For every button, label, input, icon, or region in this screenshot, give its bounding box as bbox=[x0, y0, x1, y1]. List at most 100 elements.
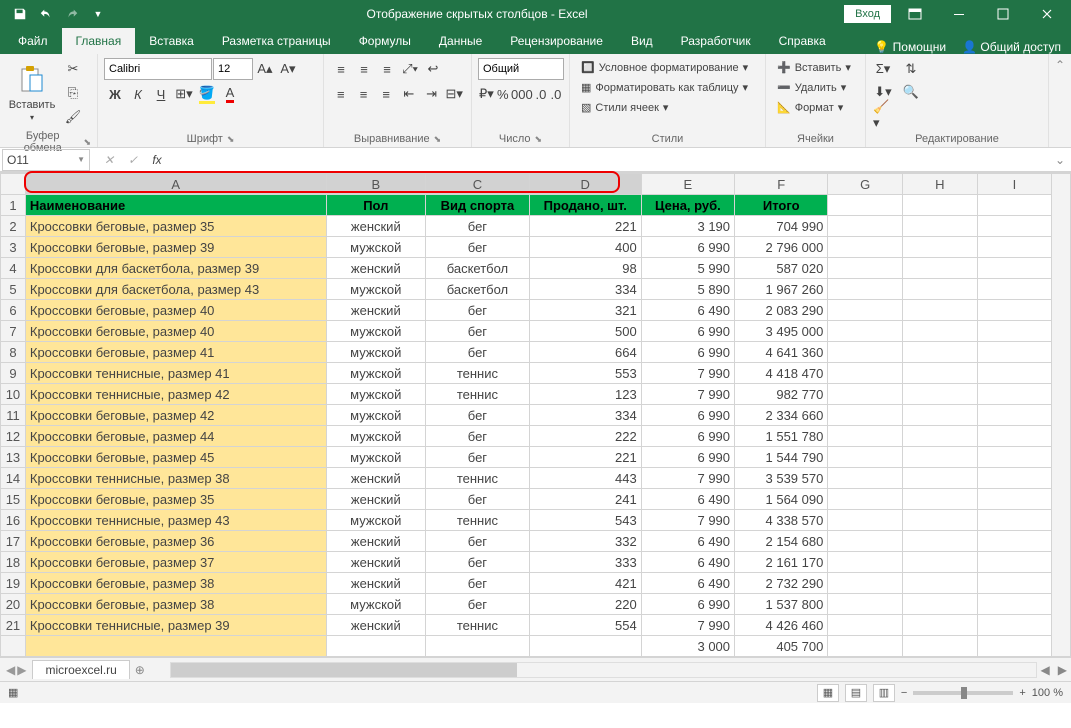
data-cell[interactable]: бег bbox=[426, 447, 530, 468]
fx-icon[interactable]: fx bbox=[146, 153, 168, 167]
data-cell[interactable]: бег bbox=[426, 216, 530, 237]
cell-styles-button[interactable]: ▧ Стили ячеек▾ bbox=[576, 98, 759, 117]
data-cell[interactable]: Кроссовки беговые, размер 38 bbox=[25, 594, 326, 615]
zoom-out-icon[interactable]: − bbox=[901, 687, 907, 699]
data-cell[interactable]: 553 bbox=[529, 363, 641, 384]
data-cell[interactable]: баскетбол bbox=[426, 279, 530, 300]
tell-me[interactable]: 💡 Помощни bbox=[874, 40, 946, 54]
row-header[interactable]: 6 bbox=[1, 300, 26, 321]
increase-decimal-icon[interactable]: .0 bbox=[534, 83, 548, 105]
data-cell[interactable]: 7 990 bbox=[641, 510, 734, 531]
data-cell[interactable]: 421 bbox=[529, 573, 641, 594]
qat-dropdown-icon[interactable]: ▼ bbox=[86, 2, 110, 26]
data-cell[interactable]: женский bbox=[326, 531, 426, 552]
data-cell[interactable]: 6 990 bbox=[641, 237, 734, 258]
row-header[interactable]: 15 bbox=[1, 489, 26, 510]
data-cell[interactable]: 1 537 800 bbox=[735, 594, 828, 615]
tab-layout[interactable]: Разметка страницы bbox=[208, 28, 345, 54]
percent-icon[interactable]: % bbox=[496, 83, 510, 105]
zoom-level[interactable]: 100 % bbox=[1032, 687, 1063, 699]
data-cell[interactable]: мужской bbox=[326, 447, 426, 468]
data-cell[interactable]: Кроссовки теннисные, размер 42 bbox=[25, 384, 326, 405]
data-cell[interactable]: 222 bbox=[529, 426, 641, 447]
data-cell[interactable]: 221 bbox=[529, 216, 641, 237]
font-size-select[interactable] bbox=[213, 58, 253, 80]
orientation-icon[interactable]: ⤢▾ bbox=[399, 58, 421, 80]
data-cell[interactable]: Кроссовки беговые, размер 36 bbox=[25, 531, 326, 552]
data-cell[interactable]: мужской bbox=[326, 237, 426, 258]
page-layout-view-icon[interactable]: ▤ bbox=[845, 684, 867, 702]
ribbon-options-icon[interactable] bbox=[895, 0, 935, 28]
data-cell[interactable]: баскетбол bbox=[426, 258, 530, 279]
number-format-select[interactable] bbox=[478, 58, 564, 80]
tab-file[interactable]: Файл bbox=[4, 28, 62, 54]
data-cell[interactable]: 6 990 bbox=[641, 321, 734, 342]
data-cell[interactable]: бег bbox=[426, 426, 530, 447]
minimize-icon[interactable] bbox=[939, 0, 979, 28]
data-cell[interactable]: 704 990 bbox=[735, 216, 828, 237]
find-icon[interactable]: 🔍 bbox=[897, 81, 925, 103]
data-cell[interactable]: 6 490 bbox=[641, 300, 734, 321]
table-header-cell[interactable]: Наименование bbox=[25, 195, 326, 216]
align-bottom-icon[interactable]: ≡ bbox=[376, 58, 398, 80]
decrease-font-icon[interactable]: A▾ bbox=[277, 58, 299, 80]
data-cell[interactable]: 5 890 bbox=[641, 279, 734, 300]
data-cell[interactable]: женский bbox=[326, 216, 426, 237]
data-cell[interactable]: бег bbox=[426, 552, 530, 573]
data-cell[interactable]: 6 990 bbox=[641, 426, 734, 447]
row-header[interactable]: 19 bbox=[1, 573, 26, 594]
redo-icon[interactable] bbox=[60, 2, 84, 26]
data-cell[interactable]: 400 bbox=[529, 237, 641, 258]
data-cell[interactable]: бег bbox=[426, 489, 530, 510]
data-cell[interactable]: теннис bbox=[426, 615, 530, 636]
data-cell[interactable]: Кроссовки беговые, размер 40 bbox=[25, 300, 326, 321]
wrap-text-icon[interactable]: ↩ bbox=[422, 58, 444, 80]
data-cell[interactable]: 221 bbox=[529, 447, 641, 468]
data-cell[interactable]: 6 490 bbox=[641, 531, 734, 552]
data-cell[interactable]: 500 bbox=[529, 321, 641, 342]
data-cell[interactable]: 543 bbox=[529, 510, 641, 531]
data-cell[interactable]: 241 bbox=[529, 489, 641, 510]
data-cell[interactable]: 6 990 bbox=[641, 405, 734, 426]
data-cell[interactable]: 6 990 bbox=[641, 594, 734, 615]
sheet-tab[interactable]: microexcel.ru bbox=[32, 660, 129, 679]
align-middle-icon[interactable]: ≡ bbox=[353, 58, 375, 80]
column-header[interactable]: C bbox=[426, 174, 530, 195]
data-cell[interactable]: 1 544 790 bbox=[735, 447, 828, 468]
data-cell[interactable]: женский bbox=[326, 552, 426, 573]
insert-cells-button[interactable]: ➕ Вставить▾ bbox=[772, 58, 859, 77]
data-cell[interactable]: женский bbox=[326, 300, 426, 321]
normal-view-icon[interactable]: ▦ bbox=[817, 684, 839, 702]
row-header[interactable]: 3 bbox=[1, 237, 26, 258]
sheet-nav-next-icon[interactable]: ▶ bbox=[17, 663, 26, 677]
data-cell[interactable]: 2 161 170 bbox=[735, 552, 828, 573]
maximize-icon[interactable] bbox=[983, 0, 1023, 28]
data-cell[interactable]: Кроссовки беговые, размер 35 bbox=[25, 216, 326, 237]
data-cell[interactable]: 587 020 bbox=[735, 258, 828, 279]
data-cell[interactable]: теннис bbox=[426, 468, 530, 489]
align-left-icon[interactable]: ≡ bbox=[330, 83, 352, 105]
tab-home[interactable]: Главная bbox=[62, 28, 136, 54]
clear-icon[interactable]: 🧹▾ bbox=[872, 104, 894, 126]
table-header-cell[interactable]: Цена, руб. bbox=[641, 195, 734, 216]
tab-help[interactable]: Справка bbox=[765, 28, 840, 54]
table-header-cell[interactable]: Вид спорта bbox=[426, 195, 530, 216]
tab-formulas[interactable]: Формулы bbox=[345, 28, 425, 54]
data-cell[interactable]: 334 bbox=[529, 279, 641, 300]
increase-font-icon[interactable]: A▴ bbox=[254, 58, 276, 80]
data-cell[interactable]: 554 bbox=[529, 615, 641, 636]
vertical-scrollbar[interactable] bbox=[1052, 174, 1071, 657]
decrease-decimal-icon[interactable]: .0 bbox=[549, 83, 563, 105]
data-cell[interactable]: 4 338 570 bbox=[735, 510, 828, 531]
data-cell[interactable]: женский bbox=[326, 573, 426, 594]
cut-icon[interactable]: ✂ bbox=[62, 58, 84, 80]
clipboard-launcher-icon[interactable]: ⬊ bbox=[83, 137, 91, 148]
align-center-icon[interactable]: ≡ bbox=[353, 83, 375, 105]
data-cell[interactable]: 1 564 090 bbox=[735, 489, 828, 510]
data-cell[interactable]: 6 990 bbox=[641, 342, 734, 363]
data-cell[interactable]: 3 539 570 bbox=[735, 468, 828, 489]
copy-icon[interactable]: ⎘ bbox=[62, 82, 84, 104]
add-sheet-icon[interactable]: ⊕ bbox=[130, 663, 150, 677]
undo-icon[interactable] bbox=[34, 2, 58, 26]
data-cell[interactable]: Кроссовки беговые, размер 39 bbox=[25, 237, 326, 258]
